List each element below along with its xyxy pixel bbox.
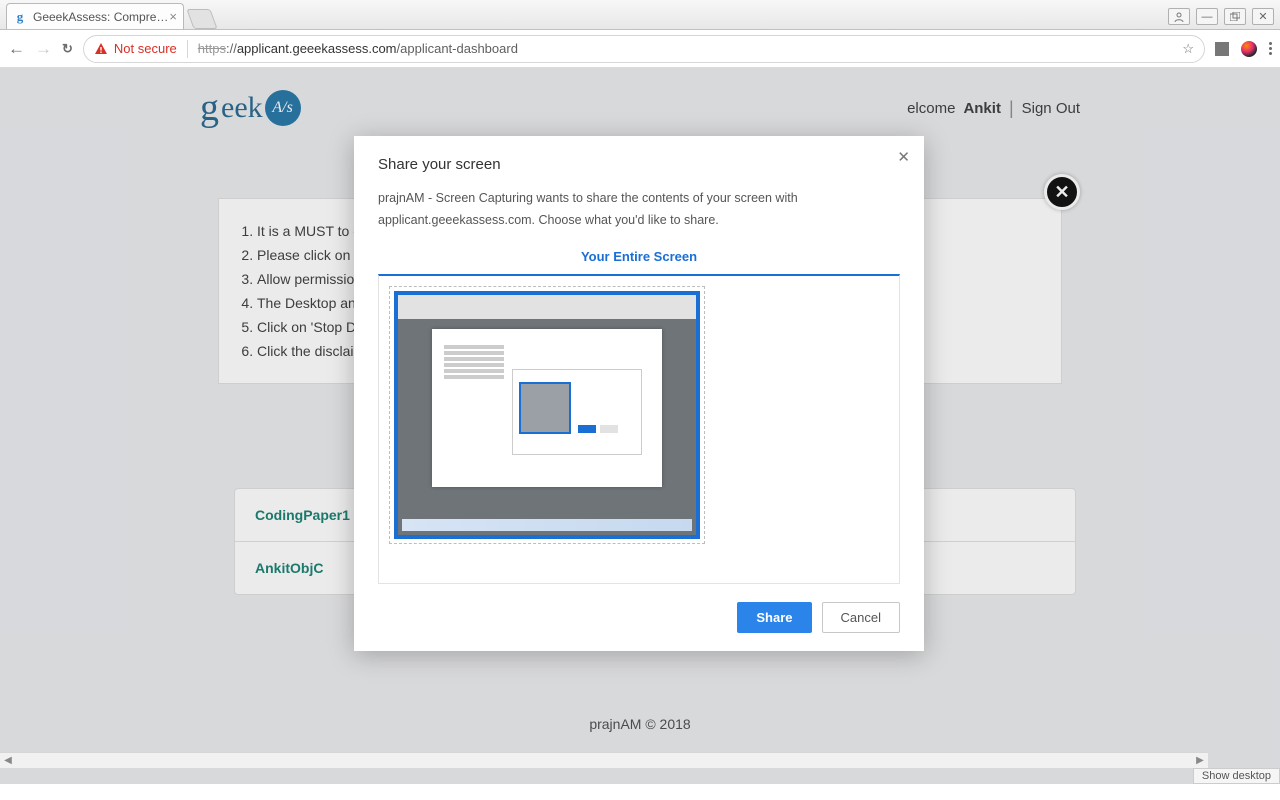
- address-separator: [187, 40, 188, 58]
- new-tab-button[interactable]: [186, 9, 217, 29]
- share-button[interactable]: Share: [737, 602, 811, 633]
- security-text: Not secure: [114, 41, 177, 56]
- logo-letter: g: [200, 86, 219, 130]
- logo-text: eek: [221, 91, 263, 125]
- screen-thumbnail-selected[interactable]: [389, 286, 705, 544]
- logo-badge-icon: A/s: [265, 90, 301, 126]
- minimize-icon[interactable]: —: [1196, 8, 1218, 25]
- browser-toolbar: ← → ↻ Not secure https://applicant.geeek…: [0, 30, 1280, 68]
- page-content: g eek A/s elcome Ankit | Sign Out It is …: [0, 68, 1280, 784]
- share-screen-modal: ✕ Share your screen prajnAM - Screen Cap…: [354, 136, 924, 651]
- horizontal-scrollbar[interactable]: ◀ ▶: [0, 752, 1208, 768]
- security-badge[interactable]: Not secure: [94, 41, 177, 56]
- show-desktop-button[interactable]: Show desktop: [1193, 768, 1280, 784]
- favicon-icon: g: [13, 10, 27, 24]
- window-controls: — ✕: [1168, 8, 1280, 29]
- back-icon[interactable]: ←: [8, 39, 25, 59]
- close-window-icon[interactable]: ✕: [1252, 8, 1274, 25]
- kebab-menu-icon[interactable]: [1269, 42, 1272, 55]
- reload-icon[interactable]: ↻: [62, 41, 73, 57]
- scroll-right-icon[interactable]: ▶: [1192, 753, 1208, 769]
- modal-actions: Share Cancel: [378, 602, 900, 633]
- user-icon[interactable]: [1168, 8, 1190, 25]
- footer-text: prajnAM © 2018: [0, 716, 1280, 732]
- panel-close-button[interactable]: ✕: [1044, 174, 1080, 210]
- url-text: https://applicant.geeekassess.com/applic…: [198, 41, 518, 56]
- screen-preview: [394, 291, 700, 539]
- extension-icon[interactable]: [1215, 42, 1229, 56]
- bookmark-star-icon[interactable]: ☆: [1182, 41, 1194, 57]
- scroll-left-icon[interactable]: ◀: [0, 753, 16, 769]
- modal-title: Share your screen: [378, 156, 900, 173]
- share-tab-entire-screen[interactable]: Your Entire Screen: [378, 241, 900, 274]
- toolbar-right: [1215, 41, 1272, 57]
- browser-tab[interactable]: g GeeekAssess: Comprehen ×: [6, 3, 184, 29]
- maximize-icon[interactable]: [1224, 8, 1246, 25]
- tab-strip: g GeeekAssess: Comprehen ×: [0, 3, 214, 29]
- user-name: Ankit: [963, 100, 1001, 117]
- user-row: elcome Ankit | Sign Out: [907, 98, 1080, 119]
- logo[interactable]: g eek A/s: [200, 86, 301, 130]
- browser-chrome: g GeeekAssess: Comprehen × — ✕: [0, 0, 1280, 30]
- address-bar[interactable]: Not secure https://applicant.geeekassess…: [83, 35, 1205, 63]
- tab-title: GeeekAssess: Comprehen: [33, 10, 169, 24]
- page-header: g eek A/s elcome Ankit | Sign Out: [200, 86, 1080, 130]
- tab-close-icon[interactable]: ×: [169, 9, 177, 24]
- warning-icon: [94, 42, 108, 56]
- separator: |: [1009, 98, 1014, 119]
- sign-out-link[interactable]: Sign Out: [1022, 100, 1080, 117]
- modal-close-icon[interactable]: ✕: [897, 148, 910, 166]
- cancel-button[interactable]: Cancel: [822, 602, 900, 633]
- screen-picker-panel: [378, 274, 900, 584]
- welcome-text: elcome: [907, 100, 955, 117]
- forward-icon: →: [35, 39, 52, 59]
- modal-description: prajnAM - Screen Capturing wants to shar…: [378, 187, 900, 231]
- profile-icon[interactable]: [1241, 41, 1257, 57]
